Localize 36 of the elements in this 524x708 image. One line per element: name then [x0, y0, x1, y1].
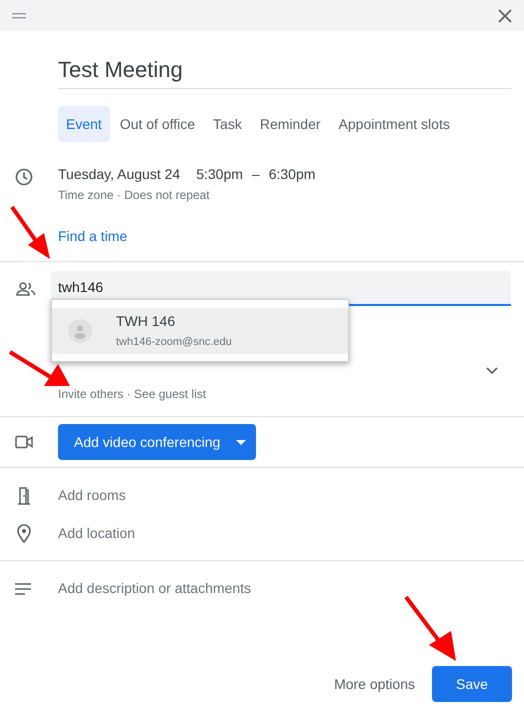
- add-location-field[interactable]: Add location: [58, 523, 136, 544]
- video-camera-icon: [15, 435, 33, 449]
- chevron-down-icon[interactable]: [486, 367, 498, 375]
- annotation-arrow: [8, 350, 72, 388]
- avatar-icon: [68, 319, 92, 343]
- add-rooms-field[interactable]: Add rooms: [58, 485, 126, 506]
- dash-text: –: [252, 165, 260, 184]
- people-icon: [16, 282, 36, 296]
- title-field[interactable]: Test Meeting: [58, 53, 511, 89]
- clock-icon: [15, 168, 33, 186]
- tab[interactable]: Appointment slots: [330, 106, 458, 142]
- suggestion-item[interactable]: TWH 146 twh146-zoom@snc.edu: [52, 308, 348, 354]
- tab[interactable]: Out of office: [112, 106, 204, 142]
- suggestion-email: twh146-zoom@snc.edu: [116, 335, 232, 350]
- description-lines-icon: [15, 582, 31, 594]
- save-button[interactable]: Save: [432, 666, 512, 702]
- add-video-conferencing-button[interactable]: Add video conferencing: [58, 424, 256, 460]
- description-field[interactable]: Add description or attachments: [58, 578, 251, 599]
- time-details[interactable]: Time zone · Does not repeat: [58, 186, 316, 204]
- find-time-link[interactable]: Find a time: [58, 226, 316, 247]
- caret-icon[interactable]: [236, 440, 246, 444]
- drag-handle-icon[interactable]: [12, 12, 26, 18]
- annotation-arrow: [403, 595, 459, 663]
- guest-details[interactable]: Invite others · See guest list: [58, 386, 206, 400]
- door-icon: [17, 486, 31, 504]
- suggestion-name: TWH 146: [116, 312, 176, 332]
- annotation-arrow: [10, 205, 52, 261]
- start-time[interactable]: 5:30pm: [196, 164, 243, 185]
- location-pin-icon: [17, 524, 31, 543]
- date-link[interactable]: Tuesday, August 24: [58, 164, 180, 185]
- tab[interactable]: Reminder: [252, 106, 329, 142]
- more-options-button[interactable]: More options: [333, 666, 416, 702]
- tab[interactable]: Task: [205, 106, 250, 142]
- tab[interactable]: Event: [58, 106, 110, 142]
- end-time[interactable]: 6:30pm: [268, 164, 316, 185]
- close-icon[interactable]: [498, 8, 512, 22]
